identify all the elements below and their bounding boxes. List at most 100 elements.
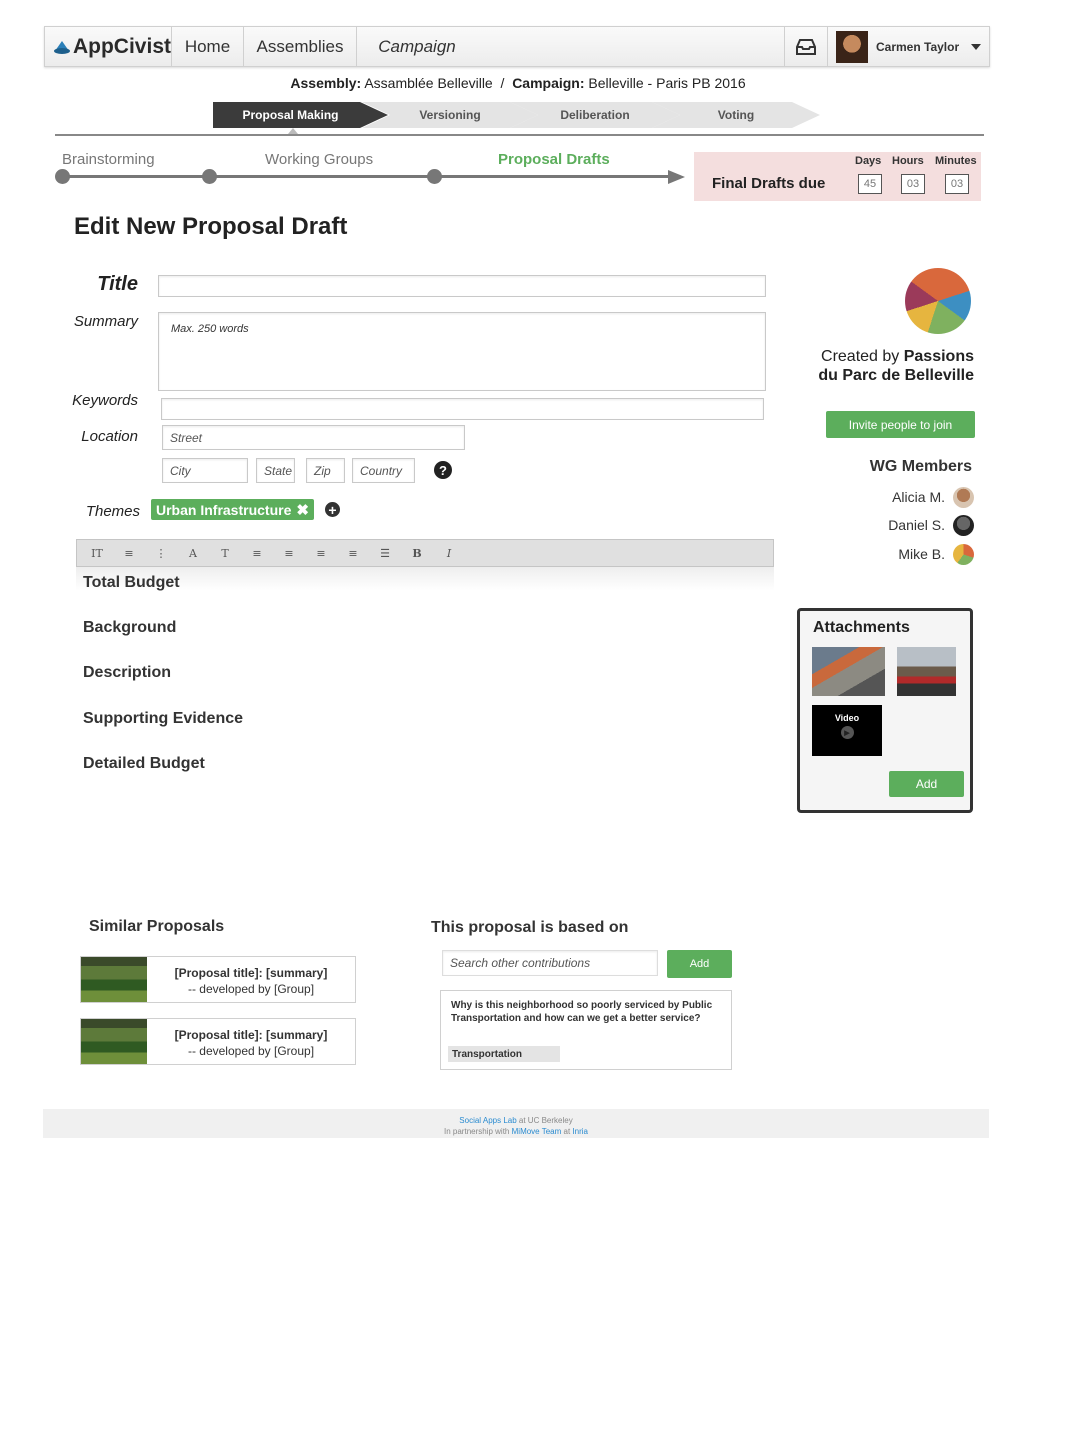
bold-tool-button[interactable]: B: [401, 547, 433, 560]
justify-tool-button[interactable]: ≡: [337, 547, 369, 560]
breadcrumb-separator: /: [500, 75, 505, 91]
text-size-tool-button[interactable]: T: [209, 547, 241, 560]
italic-tool-button[interactable]: I: [433, 547, 465, 560]
align-center-tool-button[interactable]: ≡: [273, 547, 305, 560]
days-value: 45: [858, 174, 882, 194]
assembly-value[interactable]: Assamblée Belleville: [364, 75, 492, 91]
search-contributions-input[interactable]: Search other contributions: [442, 950, 658, 976]
app-logo[interactable]: AppCivist: [45, 27, 172, 66]
hours-label: Hours: [892, 155, 924, 167]
proposal-title: [Proposal title]: [summary]: [174, 966, 328, 980]
city-input[interactable]: City: [162, 458, 248, 483]
member-avatar: [953, 514, 974, 536]
help-icon[interactable]: ?: [434, 461, 452, 479]
phase-versioning[interactable]: Versioning: [362, 102, 538, 128]
summary-label: Summary: [73, 313, 138, 330]
attachment-image-thumbnail[interactable]: [812, 647, 885, 696]
created-by-prefix: Created by: [821, 348, 900, 365]
similar-proposals-title: Similar Proposals: [89, 918, 225, 935]
attachment-video-thumbnail[interactable]: Video ▶: [812, 705, 882, 756]
nav-assemblies-link[interactable]: Assemblies: [244, 27, 357, 66]
footer-partner-prefix: In partnership with: [444, 1127, 510, 1136]
heading-tool-button[interactable]: IT: [81, 547, 113, 560]
group-name-line2[interactable]: du Parc de Belleville: [818, 367, 974, 384]
summary-textarea[interactable]: Max. 250 words: [158, 312, 766, 391]
group-name-line1[interactable]: Passions: [904, 348, 974, 365]
logo-icon: [53, 40, 70, 54]
days-label: Days: [855, 155, 882, 167]
section-total-budget[interactable]: Total Budget: [83, 574, 180, 592]
team-link[interactable]: MiMove Team: [512, 1127, 562, 1136]
add-contribution-button[interactable]: Add: [667, 950, 732, 978]
minutes-label: Minutes: [935, 155, 977, 167]
user-name: Carmen Taylor: [876, 39, 960, 54]
campaign-value[interactable]: Belleville - Paris PB 2016: [588, 75, 745, 91]
section-description[interactable]: Description: [83, 664, 171, 682]
add-attachment-button[interactable]: Add: [889, 771, 964, 797]
member-item[interactable]: Daniel S.: [840, 514, 974, 536]
attachments-panel: Attachments Video ▶ Add: [797, 608, 973, 813]
member-name: Alicia M.: [892, 489, 945, 505]
attachments-title: Attachments: [813, 619, 910, 636]
title-input[interactable]: [158, 275, 766, 297]
phase-divider: [55, 134, 984, 136]
based-on-card[interactable]: Why is this neighborhood so poorly servi…: [440, 990, 732, 1070]
minutes-value: 03: [945, 174, 969, 194]
invite-button[interactable]: Invite people to join: [826, 411, 975, 438]
align-left-tool-button[interactable]: ≡: [241, 547, 273, 560]
align-right-tool-button[interactable]: ≡: [305, 547, 337, 560]
footer-at2: at: [563, 1127, 571, 1136]
strikethrough-tool-button[interactable]: ≡: [113, 547, 145, 560]
wg-members-title: WG Members: [869, 458, 972, 475]
stage-proposal-drafts[interactable]: Proposal Drafts: [498, 151, 610, 168]
indent-tool-button[interactable]: ⋮: [145, 547, 177, 560]
member-item[interactable]: Alicia M.: [840, 486, 974, 508]
assembly-label: Assembly:: [290, 75, 362, 91]
street-input[interactable]: Street: [162, 425, 465, 450]
timeline-line: [62, 175, 674, 178]
similar-proposal-card[interactable]: [Proposal title]: [summary] -- developed…: [80, 956, 356, 1003]
theme-tag-label: Urban Infrastructure: [156, 501, 292, 518]
keywords-label: Keywords: [72, 392, 138, 409]
nav-campaign-link[interactable]: Campaign: [357, 27, 477, 66]
remove-tag-icon[interactable]: ✖: [296, 501, 309, 519]
lab-link[interactable]: Social Apps Lab: [459, 1116, 516, 1125]
stage-brainstorming[interactable]: Brainstorming: [62, 151, 155, 168]
country-input[interactable]: Country: [352, 458, 415, 483]
member-avatar: [953, 543, 974, 565]
add-theme-icon[interactable]: +: [325, 502, 340, 517]
section-detailed-budget[interactable]: Detailed Budget: [83, 755, 205, 773]
timeline-dot: [427, 169, 442, 184]
inbox-button[interactable]: [784, 27, 828, 66]
stage-working-groups[interactable]: Working Groups: [265, 151, 373, 168]
section-background[interactable]: Background: [83, 619, 176, 637]
editor-area[interactable]: [76, 567, 774, 591]
similar-proposal-card[interactable]: [Proposal title]: [summary] -- developed…: [80, 1018, 356, 1065]
member-name: Daniel S.: [888, 517, 945, 533]
user-avatar: [836, 30, 868, 63]
nav-home-link[interactable]: Home: [172, 27, 244, 66]
group-avatar: [905, 268, 971, 334]
proposal-thumbnail: [81, 1019, 147, 1064]
inbox-icon: [796, 38, 816, 55]
contribution-tag: Transportation: [448, 1046, 560, 1062]
section-supporting-evidence[interactable]: Supporting Evidence: [83, 710, 243, 728]
proposal-title: [Proposal title]: [summary]: [174, 1028, 328, 1042]
created-by: Created by Passions du Parc de Bellevill…: [800, 347, 974, 385]
list-tool-button[interactable]: ☰: [369, 547, 401, 560]
editor-toolbar: IT ≡ ⋮ A T ≡ ≡ ≡ ≡ ☰ B I: [76, 539, 774, 567]
themes-label: Themes: [85, 503, 140, 520]
inria-link[interactable]: Inria: [572, 1127, 588, 1136]
user-menu[interactable]: Carmen Taylor: [828, 27, 990, 66]
member-item[interactable]: Mike B.: [840, 543, 974, 565]
zip-input[interactable]: Zip: [306, 458, 345, 483]
attachment-image-thumbnail[interactable]: [897, 647, 956, 696]
proposal-group: -- developed by [Group]: [187, 1044, 315, 1058]
title-label: Title: [97, 273, 138, 295]
member-name: Mike B.: [898, 546, 945, 562]
footer-at1: at UC Berkeley: [518, 1116, 573, 1125]
phase-proposal-making[interactable]: Proposal Making: [213, 102, 388, 128]
keywords-input[interactable]: [161, 398, 764, 420]
font-tool-button[interactable]: A: [177, 547, 209, 560]
state-input[interactable]: State: [256, 458, 295, 483]
